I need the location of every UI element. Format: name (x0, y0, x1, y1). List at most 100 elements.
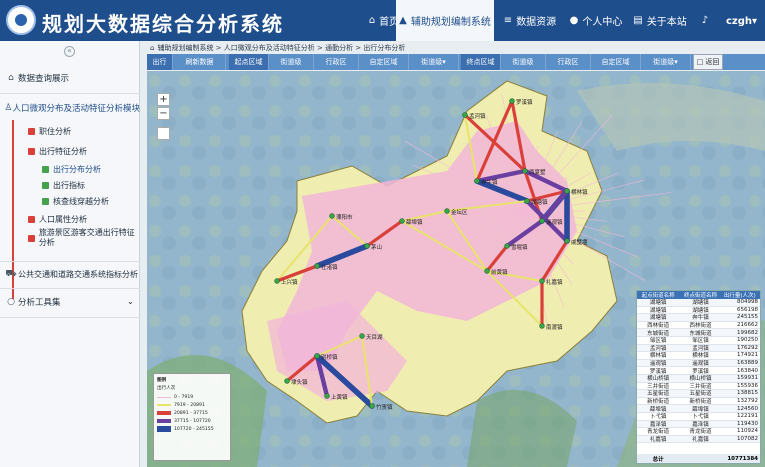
table-total-row: 总计 10771384 (637, 454, 760, 463)
town-node[interactable] (444, 208, 450, 214)
town-node[interactable] (539, 278, 545, 284)
town-label: 金坛区 (451, 208, 468, 216)
table-cell: 155936 (736, 382, 758, 389)
plus-square-icon (28, 127, 35, 135)
town-node[interactable] (324, 393, 330, 399)
map-view[interactable]: 孟河镇 罗溪镇 奔牛镇 西夏墅 湖塘镇 遥观镇 横林镇 戚墅堰 雪堰镇 前黄镇 礼嘉镇 金坛区 薛埠镇茅… (147, 71, 765, 467)
sidebar-item-job-housing[interactable]: 职住分析 (0, 124, 140, 138)
dest-custom-button[interactable]: 自定区域 (591, 54, 641, 70)
table-row[interactable]: 礼嘉镇 礼嘉镇 107082 (637, 435, 760, 444)
chevron-down-icon: ⌄ (126, 297, 134, 307)
town-label: 上黄镇 (331, 393, 348, 401)
return-button[interactable]: □ 返回 (693, 54, 723, 70)
info-icon: ▤ (633, 15, 643, 26)
town-node[interactable] (314, 353, 320, 359)
town-node[interactable] (274, 278, 280, 284)
dest-street-select[interactable]: 街道级 ▾ (641, 54, 691, 70)
sidebar-item-screenline[interactable]: 核查线穿越分析 (0, 195, 140, 208)
town-node[interactable] (539, 323, 545, 329)
legend-item: 20891 - 37715 (157, 409, 227, 417)
table-cell: 176292 (736, 344, 758, 351)
town-node[interactable] (364, 243, 370, 249)
table-cell: 122191 (736, 413, 758, 420)
town-label: 戚墅堰 (571, 238, 588, 246)
od-result-table: 起点街道名称 终点街道名称 出行量(人次) 湖塘镇 湖塘镇 804998 湖塘镇 湖塘镇… (636, 290, 761, 464)
origin-street-button[interactable]: 街道级 (269, 54, 314, 70)
nav-planning[interactable]: ▲ 辅助规划编制系统 (396, 0, 494, 41)
town-node[interactable] (484, 268, 490, 274)
town-node[interactable] (564, 238, 570, 244)
origin-custom-button[interactable]: 自定区域 (359, 54, 409, 70)
mode-travel-button[interactable]: 出行 (147, 54, 173, 70)
town-label: 遥观镇 (546, 218, 563, 226)
legend-label: 0 - 7919 (174, 394, 194, 400)
sidebar-item-transit[interactable]: ⛟ 公共交通和道路交通系统指标分析 (0, 265, 140, 283)
town-node[interactable] (539, 218, 545, 224)
sidebar-item-data-query[interactable]: ⌂ 数据查询展示 (0, 69, 140, 87)
town-label: 上兴镇 (281, 278, 298, 286)
table-cell: 163840 (736, 367, 758, 374)
nav-data-resources[interactable]: ≡ 数据资源 (500, 0, 560, 41)
notification-bell-icon[interactable]: ♪ (696, 0, 714, 41)
town-node[interactable] (524, 198, 530, 204)
collapse-sidebar-icon[interactable]: « (64, 45, 75, 57)
user-icon: ● (569, 15, 579, 26)
town-node[interactable] (284, 378, 290, 384)
refresh-data-button[interactable]: 刷新数据 (174, 54, 226, 70)
user-menu[interactable]: czgh ▾ (726, 10, 758, 32)
origin-street-select[interactable]: 街道级 ▾ (409, 54, 459, 70)
origin-district-button[interactable]: 行政区 (314, 54, 359, 70)
dest-district-button[interactable]: 行政区 (546, 54, 591, 70)
town-node[interactable] (509, 98, 515, 104)
legend-item: 0 - 7919 (157, 393, 227, 401)
origin-area-button[interactable]: 起点区域 (229, 54, 269, 70)
minus-square-icon (28, 147, 35, 155)
table-cell: 119430 (736, 420, 758, 427)
town-label: 横林镇 (571, 188, 588, 196)
nav-personal-center[interactable]: ● 个人中心 (566, 0, 626, 41)
sidebar-item-population-module[interactable]: ♙ 人口微观分布及活动特征分析模块 (0, 99, 140, 117)
app-title: 规划大数据综合分析系统 (42, 12, 284, 36)
town-node[interactable] (314, 263, 320, 269)
town-node[interactable] (369, 403, 375, 409)
town-label: 社渚镇 (321, 263, 338, 271)
town-node[interactable] (462, 112, 468, 118)
chart-icon: ▲ (399, 15, 407, 26)
town-label: 奔牛镇 (481, 178, 498, 186)
layers-icon[interactable] (157, 127, 170, 140)
town-node[interactable] (329, 213, 335, 219)
table-cell: 199682 (736, 329, 758, 336)
zoom-out-button[interactable]: − (157, 107, 170, 120)
town-label: 罗溪镇 (516, 98, 533, 106)
town-node[interactable] (504, 243, 510, 249)
town-label: 茅山 (371, 243, 382, 251)
town-label: 雪堰镇 (511, 243, 528, 251)
nav-about[interactable]: ▤ 关于本站 (630, 0, 690, 41)
sidebar-item-tools[interactable]: ○ 分析工具集 ⌄ (0, 293, 140, 311)
toolbar: 出行 刷新数据 起点区域 街道级 行政区 自定区域 街道级 ▾ 终点区域 街道级 … (147, 54, 765, 70)
town-node[interactable] (564, 188, 570, 194)
destination-area-button[interactable]: 终点区域 (461, 54, 501, 70)
town-node[interactable] (522, 168, 528, 174)
sidebar-item-travel-features[interactable]: 出行特征分析 (0, 144, 140, 158)
sidebar-item-tourism[interactable]: 旅游景区游客交通出行特征分析 (0, 228, 140, 247)
zoom-in-button[interactable]: + (157, 93, 170, 106)
sidebar-item-travel-index[interactable]: 出行指标 (0, 179, 140, 192)
sidebar-item-population-attr[interactable]: 人口属性分析 (0, 212, 140, 226)
square-icon (42, 198, 49, 205)
town-node[interactable] (399, 218, 405, 224)
plus-square-icon (28, 234, 35, 242)
sidebar-item-travel-distribution[interactable]: 出行分布分析 (0, 163, 140, 176)
logo-icon (6, 5, 36, 35)
town-node[interactable] (359, 333, 365, 339)
table-cell: 132792 (736, 398, 758, 405)
town-label: 前黄镇 (491, 268, 508, 276)
town-label: 别桥镇 (321, 353, 338, 361)
sidebar: « ⌂ 数据查询展示 ♙ 人口微观分布及活动特征分析模块 职住分析 出行特征分析 出… (0, 41, 140, 467)
legend-item: 37715 - 107720 (157, 417, 227, 425)
home-icon: ⌂ (368, 15, 376, 26)
dest-street-button[interactable]: 街道级 (501, 54, 546, 70)
town-label: 埭头镇 (291, 378, 308, 386)
town-node[interactable] (474, 178, 480, 184)
legend-swatch (157, 403, 171, 407)
